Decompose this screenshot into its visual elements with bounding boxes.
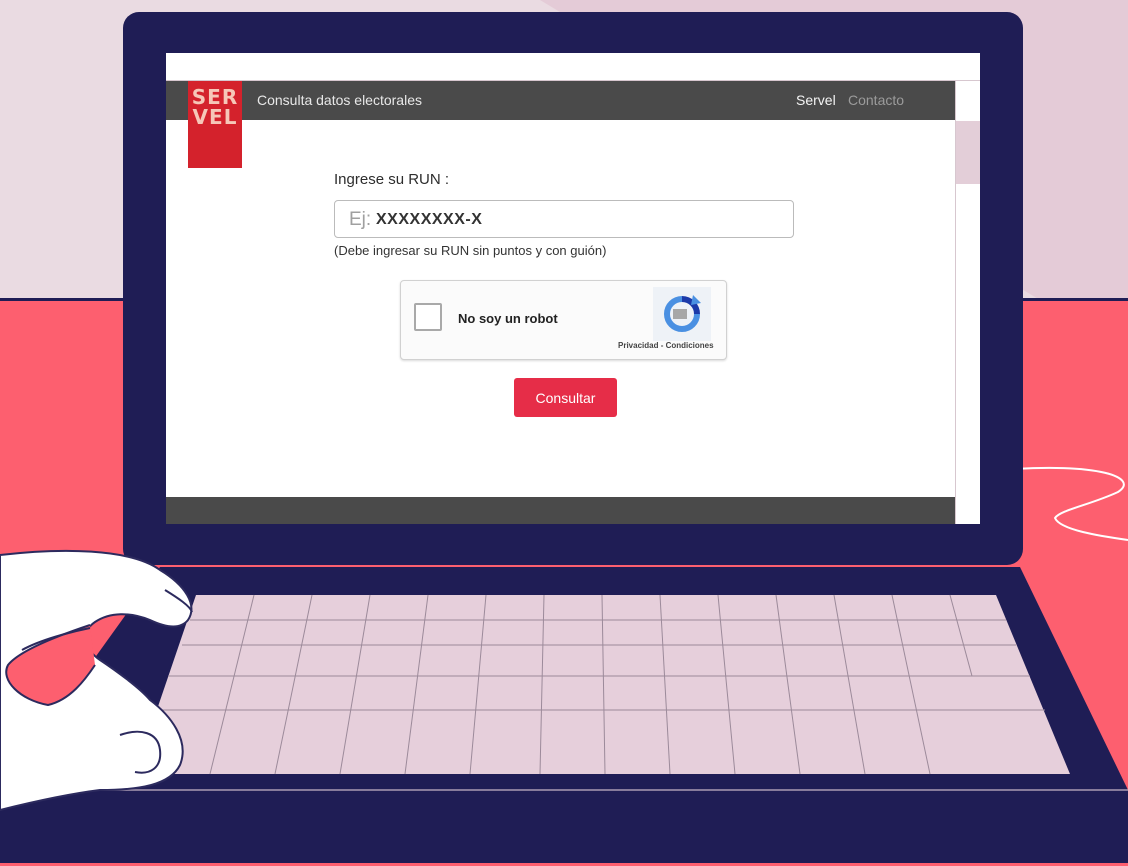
hand-illustration xyxy=(0,549,193,812)
